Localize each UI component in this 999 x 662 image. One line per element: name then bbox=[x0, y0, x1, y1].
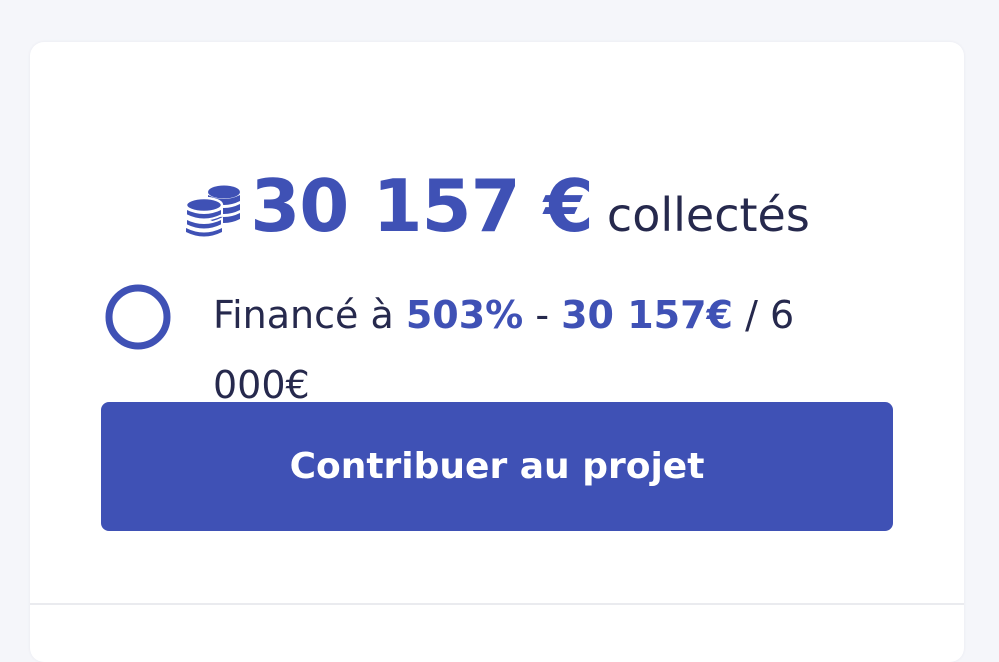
contribute-button[interactable]: Contribuer au projet bbox=[101, 402, 893, 531]
amount-row: 30 157 € collectés bbox=[30, 170, 964, 242]
collected-label: collectés bbox=[606, 188, 810, 242]
circle-progress-icon bbox=[105, 284, 171, 350]
funded-percent: 503% bbox=[405, 293, 524, 337]
funded-prefix: Financé à bbox=[213, 293, 406, 337]
coins-icon bbox=[184, 185, 241, 237]
funded-raised-amount: 30 157€ bbox=[561, 293, 733, 337]
section-divider bbox=[30, 603, 964, 605]
funding-status: Financé à 503% - 30 157€ / 6 000€ bbox=[213, 280, 863, 420]
funded-separator: - bbox=[523, 293, 562, 337]
funding-card: 30 157 € collectés Financé à 503% - 30 15… bbox=[30, 42, 964, 662]
amount-raised: 30 157 € bbox=[250, 164, 594, 248]
